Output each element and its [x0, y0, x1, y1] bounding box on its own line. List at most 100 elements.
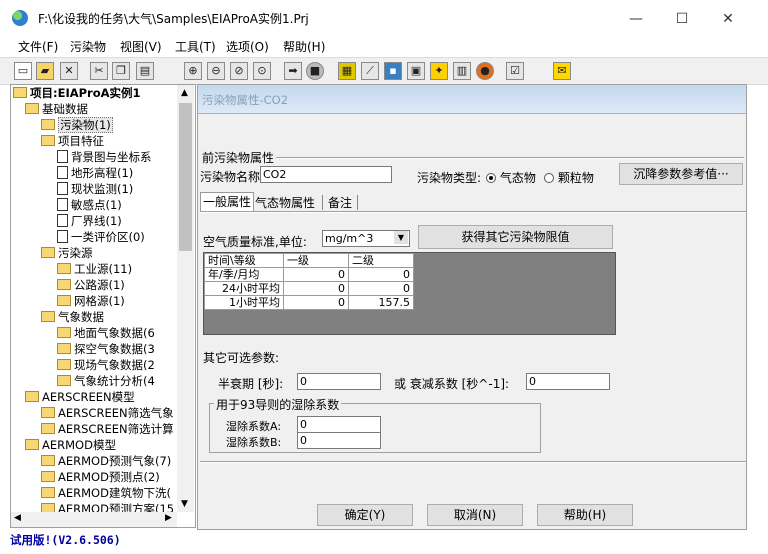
tree-item[interactable]: 工业源(11): [57, 261, 132, 277]
tree-item[interactable]: 项目特征: [41, 133, 104, 149]
zoom-extent-icon[interactable]: ⊙: [253, 62, 271, 80]
grid-icon[interactable]: ▦: [338, 62, 356, 80]
tree-item[interactable]: 一类评价区(0): [57, 229, 145, 245]
tree-item[interactable]: 背景图与坐标系: [57, 149, 152, 165]
tree-item-label: 现状监测(1): [71, 182, 134, 196]
tree-item[interactable]: AERSCREEN筛选气象: [41, 405, 174, 421]
tree-item-label: 敏感点(1): [71, 198, 122, 212]
table-cell[interactable]: 0: [348, 267, 414, 282]
chart-icon[interactable]: ⟋: [361, 62, 379, 80]
tree-item[interactable]: 网格源(1): [57, 293, 125, 309]
tree-item-label: AERSCREEN模型: [42, 390, 135, 404]
scroll-down-icon[interactable]: ▼: [181, 499, 188, 509]
tree-item[interactable]: AERSCREEN模型: [25, 389, 135, 405]
zoom-in-icon[interactable]: ⊕: [184, 62, 202, 80]
pollutant-name-field[interactable]: CO2: [260, 166, 392, 183]
tree-item[interactable]: AERMOD预测点(2): [41, 469, 160, 485]
zoom-out-icon[interactable]: ⊖: [207, 62, 225, 80]
radio-particle[interactable]: 颗粒物: [544, 169, 594, 186]
tree-item[interactable]: 项目:EIAProA实例1: [13, 85, 141, 101]
table-cell[interactable]: 157.5: [348, 295, 414, 310]
tree-item-label: 公路源(1): [74, 278, 125, 292]
globe-icon[interactable]: ●: [476, 62, 494, 80]
envelope-icon[interactable]: ✉: [553, 62, 571, 80]
table-cell[interactable]: 0: [283, 295, 349, 310]
tree-item[interactable]: AERMOD预测气象(7): [41, 453, 171, 469]
tree-item-label: 项目:EIAProA实例1: [30, 86, 141, 100]
minimize-button[interactable]: —: [613, 6, 659, 32]
radio-gas-indicator[interactable]: [486, 172, 496, 183]
scroll-left-icon[interactable]: ◀: [14, 513, 21, 523]
tree-item[interactable]: 气象统计分析(4: [57, 373, 155, 389]
document-icon: [57, 198, 68, 211]
tree-item[interactable]: 气象数据: [41, 309, 104, 325]
copy-icon[interactable]: ❐: [112, 62, 130, 80]
tree-item[interactable]: 厂界线(1): [57, 213, 122, 229]
tree-item[interactable]: AERMOD建筑物下洗(: [41, 485, 171, 501]
paste-icon[interactable]: ▤: [136, 62, 154, 80]
ok-button[interactable]: 确定(Y): [317, 504, 413, 526]
open-icon[interactable]: ▰: [36, 62, 54, 80]
radio-particle-indicator[interactable]: [544, 172, 554, 183]
tree-item[interactable]: 污染源: [41, 245, 93, 261]
settings-icon[interactable]: ☑: [506, 62, 524, 80]
tree-item[interactable]: 敏感点(1): [57, 197, 122, 213]
decay-field[interactable]: 0: [526, 373, 610, 390]
tree-vertical-scrollbar[interactable]: ▲ ▼: [177, 85, 194, 512]
tree-item[interactable]: 现场气象数据(2: [57, 357, 155, 373]
dem-icon[interactable]: ▥: [453, 62, 471, 80]
folder-icon: [57, 327, 71, 338]
deposition-params-button[interactable]: 沉降参数参考值···: [619, 163, 743, 185]
tree-item[interactable]: 现状监测(1): [57, 181, 133, 197]
tab-notes[interactable]: 备注: [328, 194, 352, 212]
unit-select[interactable]: mg/m^3 ▼: [322, 230, 410, 247]
table-cell[interactable]: 0: [283, 281, 349, 296]
tree-item[interactable]: 公路源(1): [57, 277, 125, 293]
run-icon[interactable]: ➡: [284, 62, 302, 80]
scroll-right-icon[interactable]: ▶: [165, 513, 172, 523]
menu-file[interactable]: 文件(F): [18, 38, 58, 55]
menu-help[interactable]: 帮助(H): [283, 38, 325, 55]
fetch-limits-button[interactable]: 获得其它污染物限值: [418, 225, 613, 249]
print-icon[interactable]: ▣: [407, 62, 425, 80]
scroll-up-icon[interactable]: ▲: [181, 88, 188, 98]
menu-options[interactable]: 选项(O): [226, 38, 269, 55]
tree-item[interactable]: AERSCREEN筛选计算: [41, 421, 174, 437]
tree-item[interactable]: 探空气象数据(3: [57, 341, 155, 357]
tree-item-label: 厂界线(1): [71, 214, 122, 228]
tree-item[interactable]: 地面气象数据(6: [57, 325, 155, 341]
halflife-field[interactable]: 0: [297, 373, 381, 390]
tree-item[interactable]: 地形高程(1): [57, 165, 133, 181]
close-button[interactable]: ✕: [705, 6, 751, 32]
scroll-thumb[interactable]: [179, 103, 192, 251]
radio-gas-label: 气态物: [499, 171, 536, 185]
tab-gas-properties[interactable]: 气态物属性: [255, 194, 315, 212]
cut-icon[interactable]: ✂: [90, 62, 108, 80]
tree-horizontal-scrollbar[interactable]: ◀ ▶: [11, 512, 177, 527]
new-icon[interactable]: ▭: [14, 62, 32, 80]
menu-tools[interactable]: 工具(T): [175, 38, 216, 55]
wet-a-field[interactable]: 0: [297, 416, 381, 433]
chevron-down-icon[interactable]: ▼: [394, 231, 408, 244]
zoom-window-icon[interactable]: ⊘: [230, 62, 248, 80]
tree-item[interactable]: AERMOD模型: [25, 437, 116, 453]
delete-icon[interactable]: ✕: [60, 62, 78, 80]
wet-b-field[interactable]: 0: [297, 432, 381, 449]
tree-item[interactable]: 污染物(1): [41, 117, 113, 133]
maximize-button[interactable]: ☐: [659, 6, 705, 32]
tree-item[interactable]: 基础数据: [25, 101, 88, 117]
menu-pollutant[interactable]: 污染物: [70, 38, 106, 55]
stop-icon[interactable]: ■: [306, 62, 324, 80]
menu-view[interactable]: 视图(V): [120, 38, 162, 55]
calculator-icon[interactable]: ▪: [384, 62, 402, 80]
table-cell[interactable]: 0: [283, 267, 349, 282]
folder-icon: [57, 375, 71, 386]
name-label: 污染物名称:: [200, 170, 265, 184]
help-button[interactable]: 帮助(H): [537, 504, 633, 526]
tab-general[interactable]: 一般属性: [200, 192, 255, 211]
table-cell[interactable]: 0: [348, 281, 414, 296]
radio-gas[interactable]: 气态物: [486, 169, 536, 186]
folder-icon: [41, 455, 55, 466]
map-icon[interactable]: ✦: [430, 62, 448, 80]
cancel-button[interactable]: 取消(N): [427, 504, 523, 526]
